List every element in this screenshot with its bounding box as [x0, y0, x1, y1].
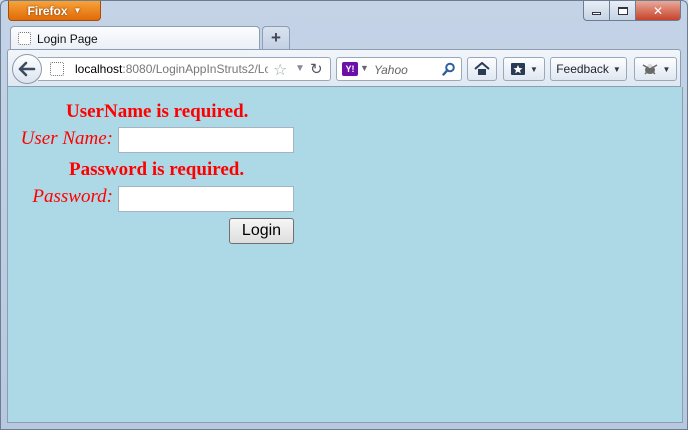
- back-arrow-icon: [18, 61, 36, 77]
- login-button[interactable]: Login: [229, 218, 294, 244]
- url-text[interactable]: localhost:8080/LoginAppInStruts2/Lo: [75, 62, 268, 78]
- addon-icon: [642, 64, 657, 75]
- bookmarks-button[interactable]: ▼: [503, 57, 545, 81]
- site-identity-icon[interactable]: [50, 62, 64, 76]
- tab-login-page[interactable]: Login Page: [10, 26, 260, 50]
- chevron-down-icon: ▼: [73, 6, 82, 15]
- password-input[interactable]: [118, 186, 294, 212]
- plus-icon: +: [271, 28, 281, 47]
- username-label: User Name:: [20, 128, 113, 149]
- password-label: Password:: [32, 186, 113, 207]
- firefox-menu-label: Firefox: [27, 3, 68, 18]
- firefox-menu-button[interactable]: Firefox ▼: [8, 1, 101, 21]
- page-content: UserName is required. User Name: Passwor…: [7, 87, 683, 423]
- home-button[interactable]: [467, 57, 497, 81]
- maximize-icon: [617, 6, 628, 15]
- new-tab-button[interactable]: +: [262, 26, 290, 49]
- username-input[interactable]: [118, 127, 294, 153]
- password-error-message: Password is required.: [69, 159, 245, 180]
- close-window-button[interactable]: ✕: [636, 1, 681, 21]
- maximize-button[interactable]: [610, 1, 636, 21]
- navigation-toolbar: localhost:8080/LoginAppInStruts2/Lo ☆ ▼ …: [7, 49, 681, 87]
- chevron-down-icon: ▼: [662, 64, 671, 74]
- reload-icon[interactable]: ↻: [310, 60, 323, 78]
- home-icon: [474, 62, 490, 75]
- star-icon[interactable]: ☆: [273, 60, 287, 80]
- addon-button[interactable]: ▼: [634, 57, 677, 81]
- feedback-button[interactable]: Feedback ▼: [550, 57, 627, 81]
- chevron-down-icon: ▼: [612, 64, 621, 74]
- search-bar[interactable]: Y! ▼ Yahoo: [336, 57, 462, 81]
- browser-window: Firefox ▼ ✕ Login Page + localhost:8080/…: [0, 0, 688, 430]
- minimize-button[interactable]: [583, 1, 610, 21]
- search-engine-dropdown-icon[interactable]: ▼: [360, 63, 369, 73]
- username-error-message: UserName is required.: [66, 101, 249, 122]
- tab-title: Login Page: [37, 31, 98, 46]
- chevron-down-icon: ▼: [530, 64, 538, 74]
- yahoo-engine-icon[interactable]: Y!: [342, 62, 358, 76]
- feedback-label: Feedback: [556, 62, 609, 76]
- url-path: :8080/LoginAppInStruts2/Lo: [122, 62, 268, 76]
- bookmarks-icon: [511, 63, 526, 75]
- close-icon: ✕: [652, 3, 664, 18]
- search-placeholder: Yahoo: [374, 63, 408, 77]
- minimize-icon: [592, 12, 601, 15]
- url-host: localhost: [75, 62, 123, 76]
- url-bar[interactable]: localhost:8080/LoginAppInStruts2/Lo ☆ ▼ …: [38, 57, 331, 81]
- page-icon: [18, 32, 31, 45]
- history-dropdown-icon[interactable]: ▼: [295, 63, 305, 74]
- window-controls: ✕: [583, 1, 681, 21]
- back-button[interactable]: [12, 54, 42, 84]
- search-icon[interactable]: [442, 62, 456, 76]
